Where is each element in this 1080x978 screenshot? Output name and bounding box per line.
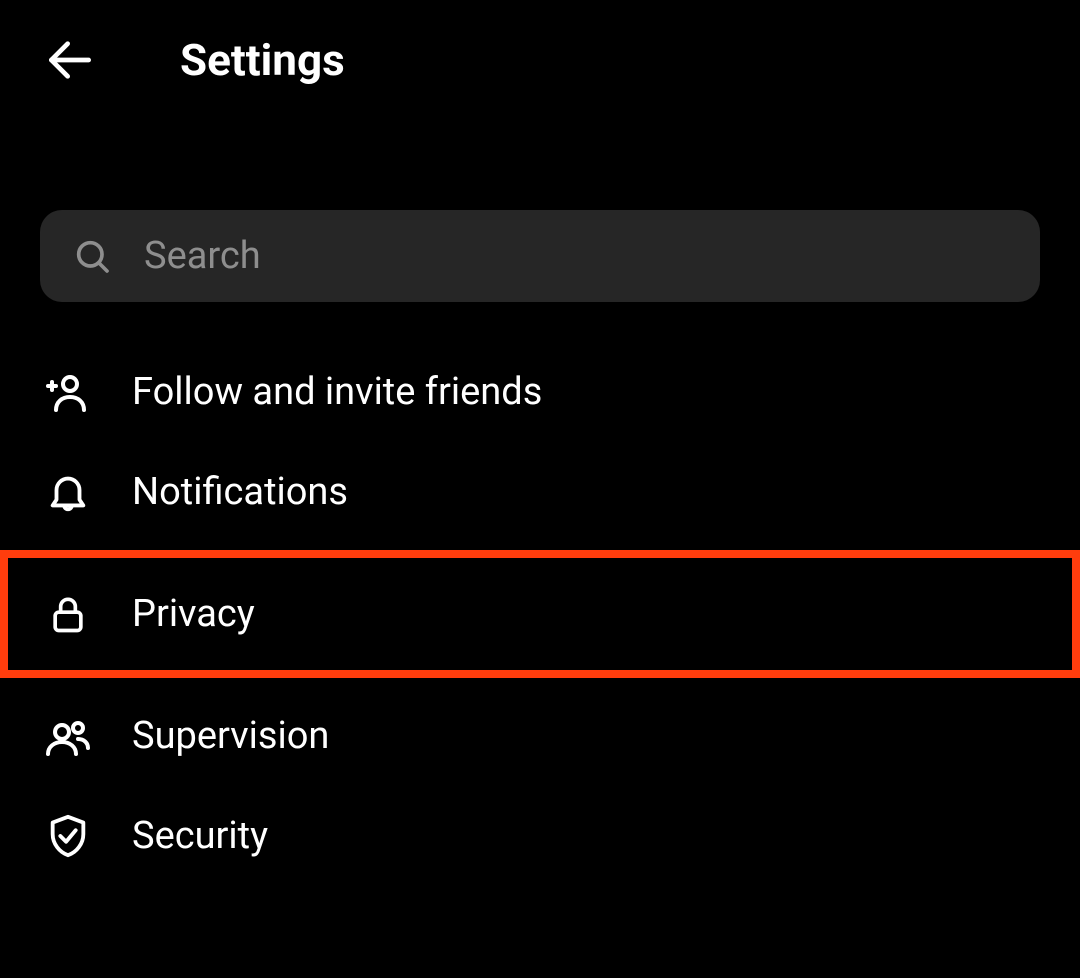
- menu-item-label: Security: [132, 814, 268, 858]
- back-button[interactable]: [40, 30, 100, 90]
- person-add-icon: [44, 368, 92, 416]
- arrow-left-icon: [42, 32, 98, 88]
- lock-icon: [44, 590, 92, 638]
- menu-item-notifications[interactable]: Notifications: [0, 442, 1080, 542]
- menu-item-supervision[interactable]: Supervision: [0, 686, 1080, 786]
- page-title: Settings: [180, 34, 345, 86]
- menu-item-label: Supervision: [132, 714, 329, 758]
- search-placeholder: Search: [144, 234, 261, 278]
- menu-item-label: Privacy: [132, 592, 255, 636]
- menu-item-follow-invite[interactable]: Follow and invite friends: [0, 342, 1080, 442]
- shield-check-icon: [44, 812, 92, 860]
- menu-item-label: Follow and invite friends: [132, 370, 542, 414]
- bell-icon: [44, 468, 92, 516]
- search-icon: [72, 236, 112, 276]
- header: Settings: [0, 0, 1080, 120]
- menu-item-label: Notifications: [132, 470, 348, 514]
- search-input[interactable]: Search: [40, 210, 1040, 302]
- menu-item-security[interactable]: Security: [0, 786, 1080, 886]
- menu-item-privacy[interactable]: Privacy: [0, 550, 1080, 678]
- people-icon: [44, 712, 92, 760]
- settings-menu: Follow and invite friends Notifications …: [0, 342, 1080, 886]
